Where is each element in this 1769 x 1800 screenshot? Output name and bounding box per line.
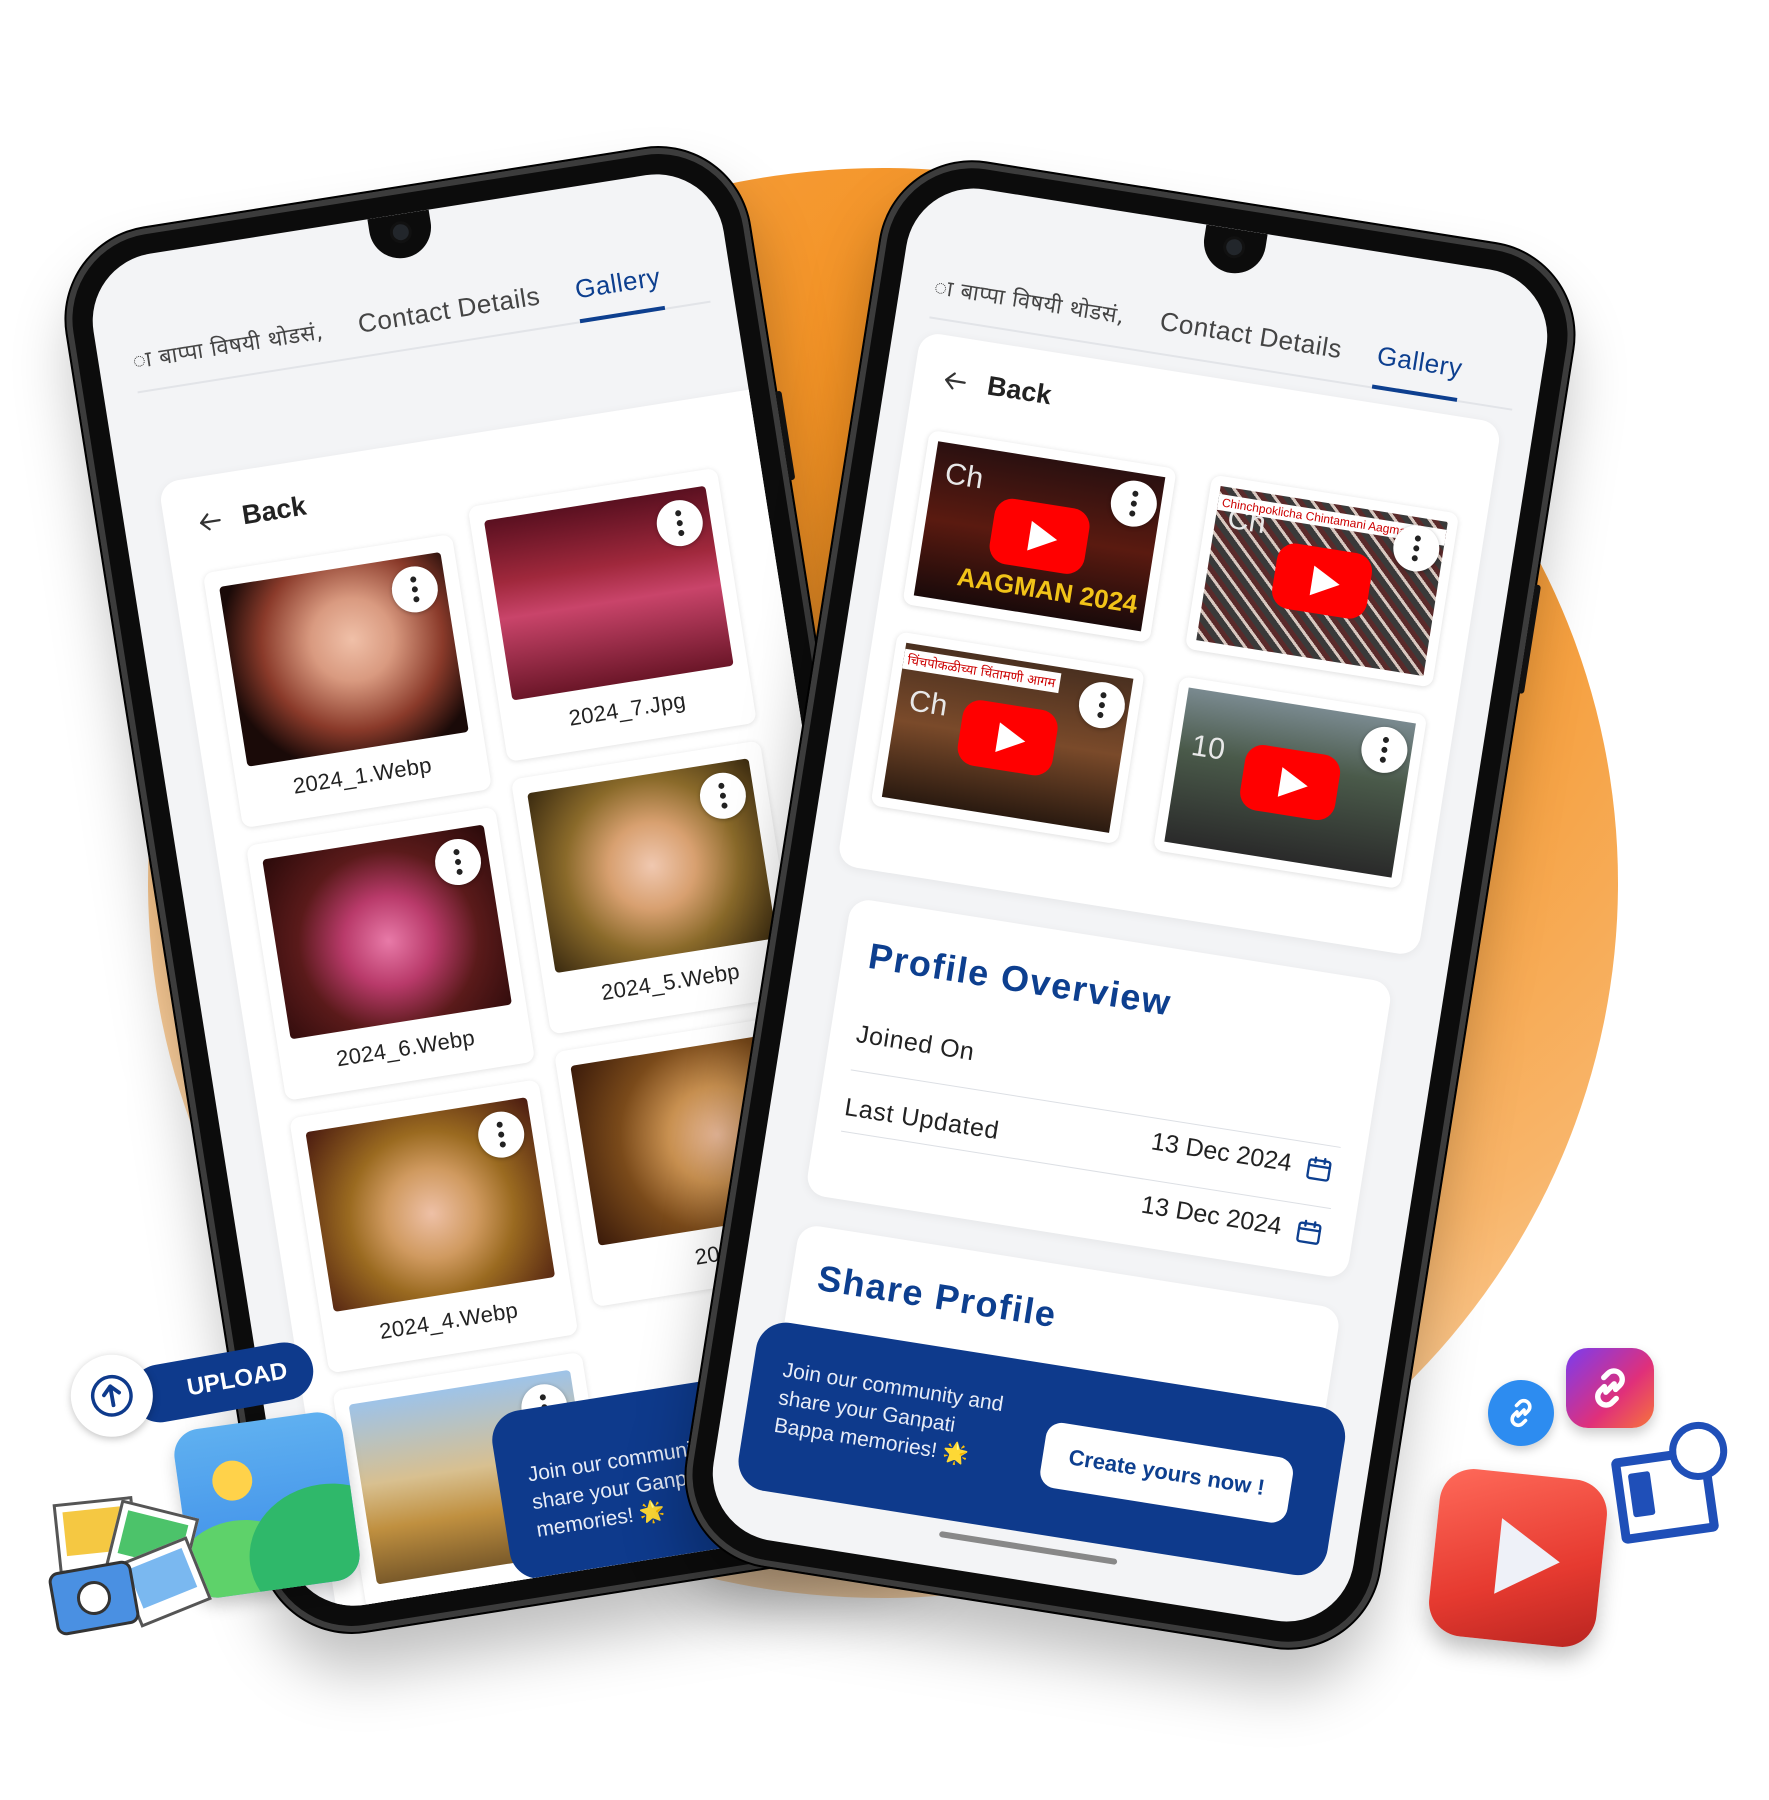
profile-overview-title: Profile Overview <box>865 935 1175 1024</box>
gallery-image-tile[interactable]: 2024_6.Webp <box>245 806 536 1101</box>
upload-label: UPLOAD <box>126 1337 318 1427</box>
video-tile[interactable]: 10 <box>1152 676 1428 890</box>
tab-contact-details[interactable]: Contact Details <box>356 280 545 355</box>
tab-about[interactable]: ा बाप्पा विषयी थोडसं, <box>130 316 327 392</box>
calendar-icon <box>1296 1219 1322 1245</box>
tab-contact-details[interactable]: Contact Details <box>1155 306 1344 381</box>
profile-overview-card: Profile Overview Joined On Last Updated … <box>804 897 1394 1280</box>
youtube-play-icon[interactable] <box>986 496 1093 577</box>
tab-gallery[interactable]: Gallery <box>1372 340 1465 402</box>
camera-notch <box>1199 224 1268 278</box>
link-icon <box>1488 1380 1554 1446</box>
arrow-left-icon <box>199 512 221 530</box>
video-tile[interactable]: Ch Chinchpoklicha Chintamani Aagman So <box>1184 474 1460 688</box>
video-tile[interactable]: Ch AAGMAN 2024 <box>902 429 1177 643</box>
create-yours-button[interactable]: Create yours now ! <box>1038 1420 1296 1525</box>
camera-icon <box>47 1559 141 1637</box>
video-play-icon <box>1425 1465 1611 1651</box>
camera-notch <box>367 209 436 263</box>
gallery-image-tile[interactable]: 2024_7.Jpg <box>467 467 757 762</box>
joined-on-label: Joined On <box>854 1019 977 1067</box>
calendar-icon <box>1306 1156 1332 1182</box>
share-profile-title: Share Profile <box>814 1257 1060 1336</box>
video-thumbnail[interactable]: Ch चिंचपोकळीच्या चिंतामणी आगम <box>881 642 1134 833</box>
gallery-image-tile[interactable]: 2024_4.Webp <box>289 1079 579 1374</box>
video-tile[interactable]: Ch चिंचपोकळीच्या चिंतामणी आगम <box>870 631 1145 845</box>
image-upload-icon <box>1610 1418 1731 1545</box>
joined-on-date: 13 Dec 2024 <box>1149 1127 1294 1178</box>
back-button[interactable]: Back <box>938 363 1054 411</box>
video-thumbnail[interactable]: Ch Chinchpoklicha Chintamani Aagman So <box>1196 486 1448 677</box>
back-label: Back <box>239 490 309 531</box>
video-title: 10 <box>1189 728 1228 767</box>
gallery-image-tile[interactable]: 2024_1.Webp <box>202 533 493 829</box>
video-thumbnail[interactable]: 10 <box>1164 687 1416 878</box>
last-updated-value: 13 Dec 2024 <box>1139 1191 1325 1248</box>
last-updated-label: Last Updated <box>842 1093 1002 1146</box>
banner-text: Join our community and share your Ganpat… <box>772 1358 1006 1468</box>
back-button[interactable]: Back <box>192 491 308 539</box>
video-gallery-card: Back Ch AAGMAN 2024 Ch Chinchpoklicha Ch… <box>836 331 1502 957</box>
video-thumbnail[interactable]: Ch AAGMAN 2024 <box>913 441 1166 632</box>
gallery-image-tile[interactable]: 2024_5.Webp <box>510 740 801 1035</box>
youtube-play-icon[interactable] <box>1269 540 1375 622</box>
video-title: Ch <box>942 456 986 496</box>
arrow-left-icon <box>945 371 966 389</box>
joined-on-value: 13 Dec 2024 <box>1149 1127 1335 1184</box>
chain-link-icon <box>1566 1348 1654 1428</box>
back-label: Back <box>985 370 1054 411</box>
youtube-play-icon[interactable] <box>955 697 1061 778</box>
tab-gallery[interactable]: Gallery <box>572 261 666 324</box>
tab-about[interactable]: ा बाप्पा विषयी थोडसं, <box>930 271 1127 347</box>
upload-arrow-icon <box>64 1348 160 1444</box>
tab-bar: ा बाप्पा विषयी थोडसं, Contact Details Ga… <box>127 237 711 394</box>
video-title: Ch <box>906 684 950 723</box>
youtube-play-icon[interactable] <box>1237 742 1343 823</box>
